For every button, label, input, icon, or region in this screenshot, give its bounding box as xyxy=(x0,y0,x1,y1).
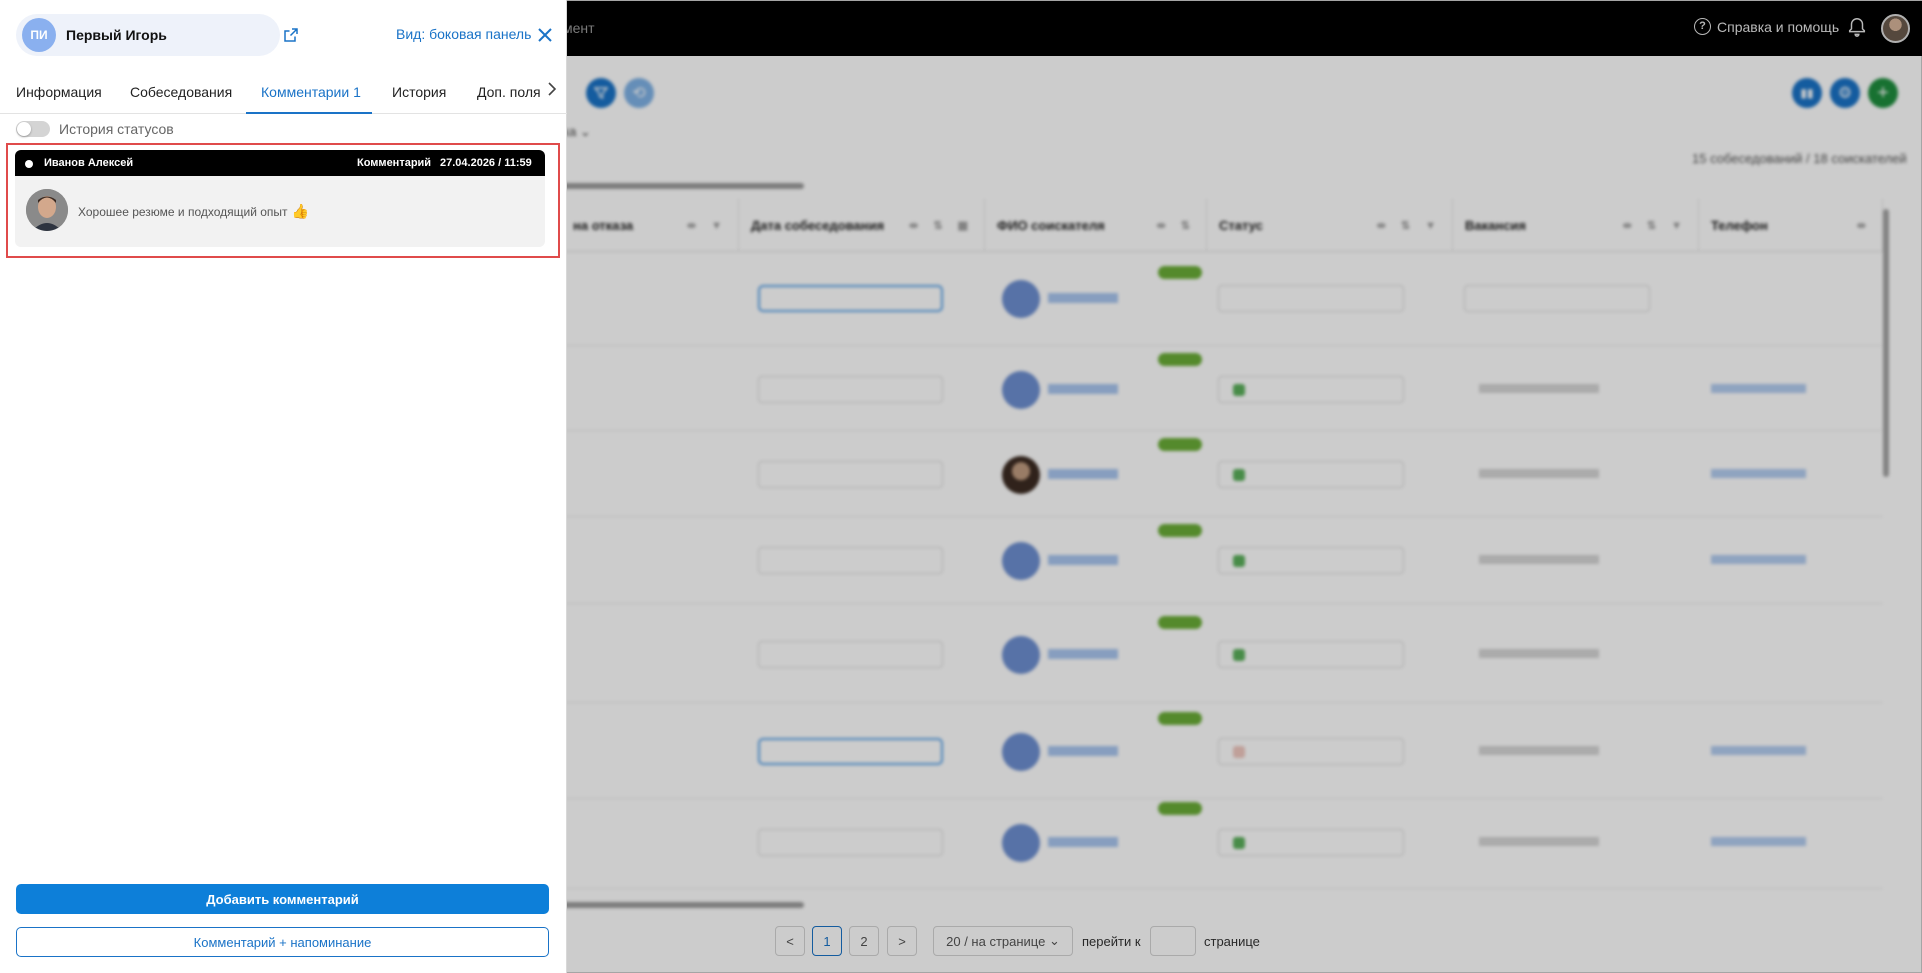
comment-card[interactable]: Иванов Алексей Комментарий 27.04.2026 / … xyxy=(15,150,545,247)
status-history-toggle-row: История статусов xyxy=(16,121,174,137)
tab-interviews[interactable]: Собеседования xyxy=(130,84,232,100)
comment-date: 27.04.2026 / 11:59 xyxy=(440,157,532,169)
comment-reminder-button[interactable]: Комментарий + напоминание xyxy=(16,927,549,957)
close-icon[interactable] xyxy=(536,26,554,44)
comment-body: Хорошее резюме и подходящий опыт 👍 xyxy=(78,203,309,220)
view-mode-link[interactable]: Вид: боковая панель xyxy=(396,26,531,42)
thumbs-up-icon: 👍 xyxy=(291,203,309,219)
status-history-toggle[interactable] xyxy=(16,121,50,137)
tab-history[interactable]: История xyxy=(392,84,446,100)
comment-author-avatar xyxy=(26,189,68,231)
add-comment-button[interactable]: Добавить комментарий xyxy=(16,884,549,914)
candidate-name: Первый Игорь xyxy=(66,27,167,43)
tab-extra-fields[interactable]: Доп. поля xyxy=(477,84,541,100)
tab-comments[interactable]: Комментарии 1 xyxy=(261,84,361,100)
comment-header: Иванов Алексей Комментарий 27.04.2026 / … xyxy=(15,150,545,176)
tab-info[interactable]: Информация xyxy=(16,84,102,100)
panel-tabs: Информация Собеседования Комментарии 1 И… xyxy=(0,74,567,114)
candidate-initials-avatar: ПИ xyxy=(22,18,56,52)
external-link-icon[interactable] xyxy=(283,27,299,43)
comment-dot-icon xyxy=(25,160,33,168)
candidate-chip[interactable]: ПИ Первый Игорь xyxy=(16,14,280,56)
comment-author: Иванов Алексей xyxy=(44,157,134,169)
author-photo xyxy=(26,189,68,231)
status-history-label: История статусов xyxy=(59,121,174,137)
candidate-side-panel: ПИ Первый Игорь Вид: боковая панель Инфо… xyxy=(0,0,567,973)
chevron-right-icon[interactable] xyxy=(545,80,559,98)
comment-type: Комментарий xyxy=(357,157,432,169)
active-tab-indicator xyxy=(246,112,372,114)
comment-text: Хорошее резюме и подходящий опыт xyxy=(78,204,288,219)
